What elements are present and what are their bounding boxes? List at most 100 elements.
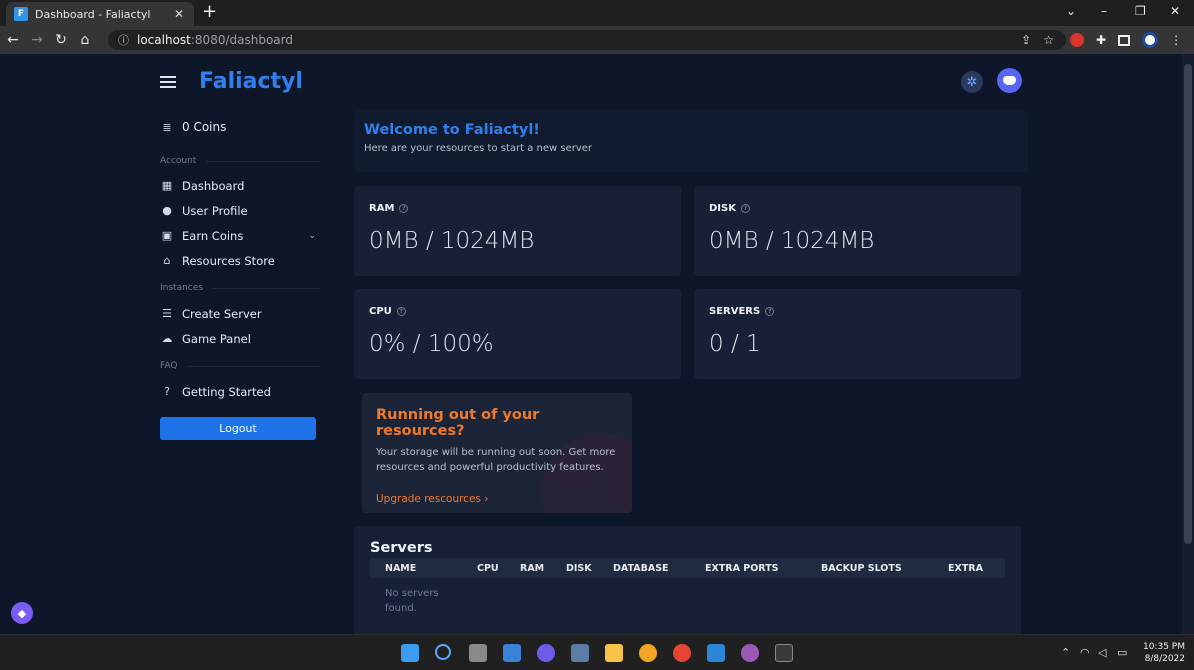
upgrade-title: Running out of your resources?: [376, 407, 540, 439]
menu-kebab-icon[interactable]: ⋮: [1170, 33, 1182, 47]
settings-gear-icon[interactable]: ✲: [961, 71, 983, 93]
section-instances: Instances: [160, 281, 320, 295]
column-header: DATABASE: [613, 562, 669, 574]
forward-icon[interactable]: →: [26, 32, 48, 48]
browser-tab[interactable]: F Dashboard - Faliactyl ✕: [6, 2, 194, 26]
reload-icon[interactable]: ↻: [50, 32, 72, 48]
disk-card: DISK? 0MB / 1024MB: [694, 186, 1021, 276]
battery-icon[interactable]: ▭: [1117, 646, 1127, 659]
upgrade-link[interactable]: Upgrade rescources ›: [376, 493, 618, 505]
table-header: NAME CPU RAM DISK DATABASE EXTRA PORTS B…: [370, 558, 1005, 578]
clock-time: 10:35 PM: [1143, 642, 1185, 652]
widgets-icon[interactable]: [503, 644, 521, 662]
column-header: EXTRA PORTS: [705, 562, 779, 574]
scrollbar-thumb[interactable]: [1184, 64, 1192, 544]
sidepanel-icon[interactable]: [1118, 34, 1131, 46]
tab-title: Dashboard - Faliactyl: [35, 7, 151, 21]
tray-chevron-icon[interactable]: ⌃: [1061, 646, 1070, 659]
help-icon[interactable]: ?: [765, 307, 775, 316]
url-host: localhost: [137, 33, 191, 47]
calendar-plus-icon: ▣: [161, 229, 173, 242]
sidebar-item-earn-coins[interactable]: ▣ Earn Coins ⌄: [160, 223, 320, 248]
address-bar[interactable]: ⓘ localhost :8080/dashboard ⇪ ☆: [108, 30, 1066, 50]
discord-avatar[interactable]: [997, 68, 1022, 93]
sidebar-item-dashboard[interactable]: ▦ Dashboard: [160, 173, 320, 198]
share-icon[interactable]: ⇪: [1021, 33, 1031, 47]
coins-icon: ≣: [162, 120, 172, 134]
coin-balance: ≣ 0 Coins: [160, 120, 320, 134]
scrollbar[interactable]: [1182, 54, 1194, 634]
welcome-subtitle: Here are your resources to start a new s…: [364, 143, 593, 154]
sidebar-item-label: Resources Store: [182, 253, 275, 268]
ram-value: 0MB / 1024MB: [369, 228, 535, 254]
bookmark-star-icon[interactable]: ☆: [1043, 33, 1054, 47]
logout-button[interactable]: Logout: [160, 417, 316, 440]
sidebar-item-resources-store[interactable]: ⌂ Resources Store: [160, 248, 320, 273]
welcome-title: Welcome to Faliactyl!: [364, 122, 540, 138]
discord-app-icon[interactable]: [639, 644, 657, 662]
server-icon: ☰: [162, 307, 172, 320]
section-account: Account: [160, 154, 320, 168]
basket-icon: ⌂: [163, 254, 171, 267]
file-explorer-icon[interactable]: [605, 644, 623, 662]
close-tab-icon[interactable]: ✕: [172, 7, 186, 21]
vscode-icon[interactable]: [707, 644, 725, 662]
floating-assistant-icon[interactable]: ◆: [11, 602, 33, 624]
windows-start-icon[interactable]: [401, 644, 419, 662]
search-icon[interactable]: [435, 644, 451, 660]
task-view-icon[interactable]: [469, 644, 487, 662]
help-icon[interactable]: ?: [740, 204, 750, 213]
servers-panel: Servers NAME CPU RAM DISK DATABASE EXTRA…: [354, 526, 1021, 634]
help-icon[interactable]: ?: [396, 307, 406, 316]
ram-card: RAM? 0MB / 1024MB: [354, 186, 681, 276]
sidebar-item-label: Getting Started: [182, 384, 271, 399]
puzzle-icon[interactable]: ✚: [1096, 33, 1106, 47]
sidebar-item-label: Create Server: [182, 306, 262, 321]
brand-logo[interactable]: Faliactyl: [199, 69, 303, 94]
hamburger-menu-icon[interactable]: [160, 76, 176, 88]
restore-button[interactable]: ❐: [1135, 4, 1146, 18]
column-header: CPU: [477, 562, 499, 574]
help-icon[interactable]: ?: [399, 204, 409, 213]
cloud-icon: ☁: [161, 332, 173, 345]
page: Faliactyl ✲ ≣ 0 Coins Account ▦ Dashboar…: [0, 54, 1194, 634]
photos-icon[interactable]: [571, 644, 589, 662]
browser-titlebar: F Dashboard - Faliactyl ✕ + ⌄ – ❐ ✕: [0, 0, 1194, 26]
sidebar-item-getting-started[interactable]: ? Getting Started: [160, 379, 320, 404]
chrome-icon[interactable]: [673, 644, 691, 662]
sidebar-item-label: Game Panel: [182, 331, 251, 346]
cpu-label: CPU: [369, 306, 392, 317]
volume-icon[interactable]: ◁: [1098, 646, 1106, 659]
servers-card: SERVERS? 0 / 1: [694, 289, 1021, 379]
question-circle-icon: ?: [164, 385, 170, 398]
sidebar-item-game-panel[interactable]: ☁ Game Panel: [160, 326, 320, 351]
coins-label: 0 Coins: [182, 120, 227, 134]
terminal-icon[interactable]: [775, 644, 793, 662]
sidebar-item-user-profile[interactable]: ● User Profile: [160, 198, 320, 223]
disk-value: 0MB / 1024MB: [709, 228, 875, 254]
sidebar-item-create-server[interactable]: ☰ Create Server: [160, 301, 320, 326]
site-info-icon[interactable]: ⓘ: [118, 32, 129, 48]
ram-label: RAM: [369, 203, 395, 214]
chat-icon[interactable]: [537, 644, 555, 662]
system-clock[interactable]: 10:35 PM 8/8/2022: [1143, 641, 1185, 665]
extension-icon[interactable]: [1070, 33, 1084, 47]
new-tab-button[interactable]: +: [202, 3, 217, 21]
minimize-button[interactable]: –: [1101, 4, 1107, 18]
close-window-button[interactable]: ✕: [1170, 4, 1180, 18]
screen: F Dashboard - Faliactyl ✕ + ⌄ – ❐ ✕ ← → …: [0, 0, 1194, 670]
user-icon: ●: [162, 204, 172, 217]
profile-avatar[interactable]: [1142, 32, 1159, 48]
wifi-icon[interactable]: ◠: [1080, 646, 1090, 659]
servers-title: Servers: [370, 540, 433, 556]
home-icon[interactable]: ⌂: [74, 32, 96, 48]
github-desktop-icon[interactable]: [741, 644, 759, 662]
tab-search-icon[interactable]: ⌄: [1066, 4, 1076, 18]
back-icon[interactable]: ←: [2, 32, 24, 48]
sidebar-item-label: User Profile: [182, 203, 248, 218]
welcome-banner: Welcome to Faliactyl! Here are your reso…: [354, 110, 1028, 172]
section-label: Instances: [160, 283, 203, 293]
column-header: BACKUP SLOTS: [821, 562, 902, 574]
column-header: EXTRA: [948, 562, 983, 574]
section-label: FAQ: [160, 361, 178, 371]
